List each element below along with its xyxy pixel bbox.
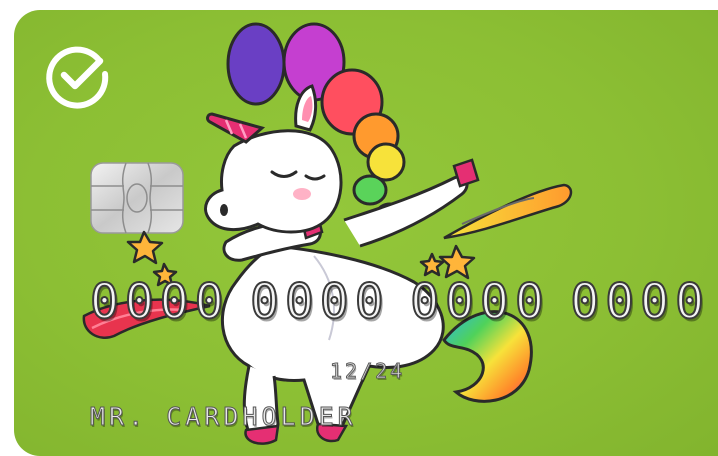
card-number-group-4: 0000 — [569, 274, 710, 330]
bank-card: 0000 0000 0000 0000 12/24 MR. CARDHOLDER — [14, 10, 718, 456]
unicorn-illustration — [82, 22, 573, 445]
card-number-group-2: 0000 — [249, 274, 390, 330]
card-number: 0000 0000 0000 0000 — [89, 274, 710, 330]
card-number-group-1: 0000 — [89, 274, 230, 330]
card-expiry: 12/24 — [329, 359, 406, 384]
card-number-group-3: 0000 — [409, 274, 550, 330]
cardholder-name: MR. CARDHOLDER — [90, 402, 357, 432]
